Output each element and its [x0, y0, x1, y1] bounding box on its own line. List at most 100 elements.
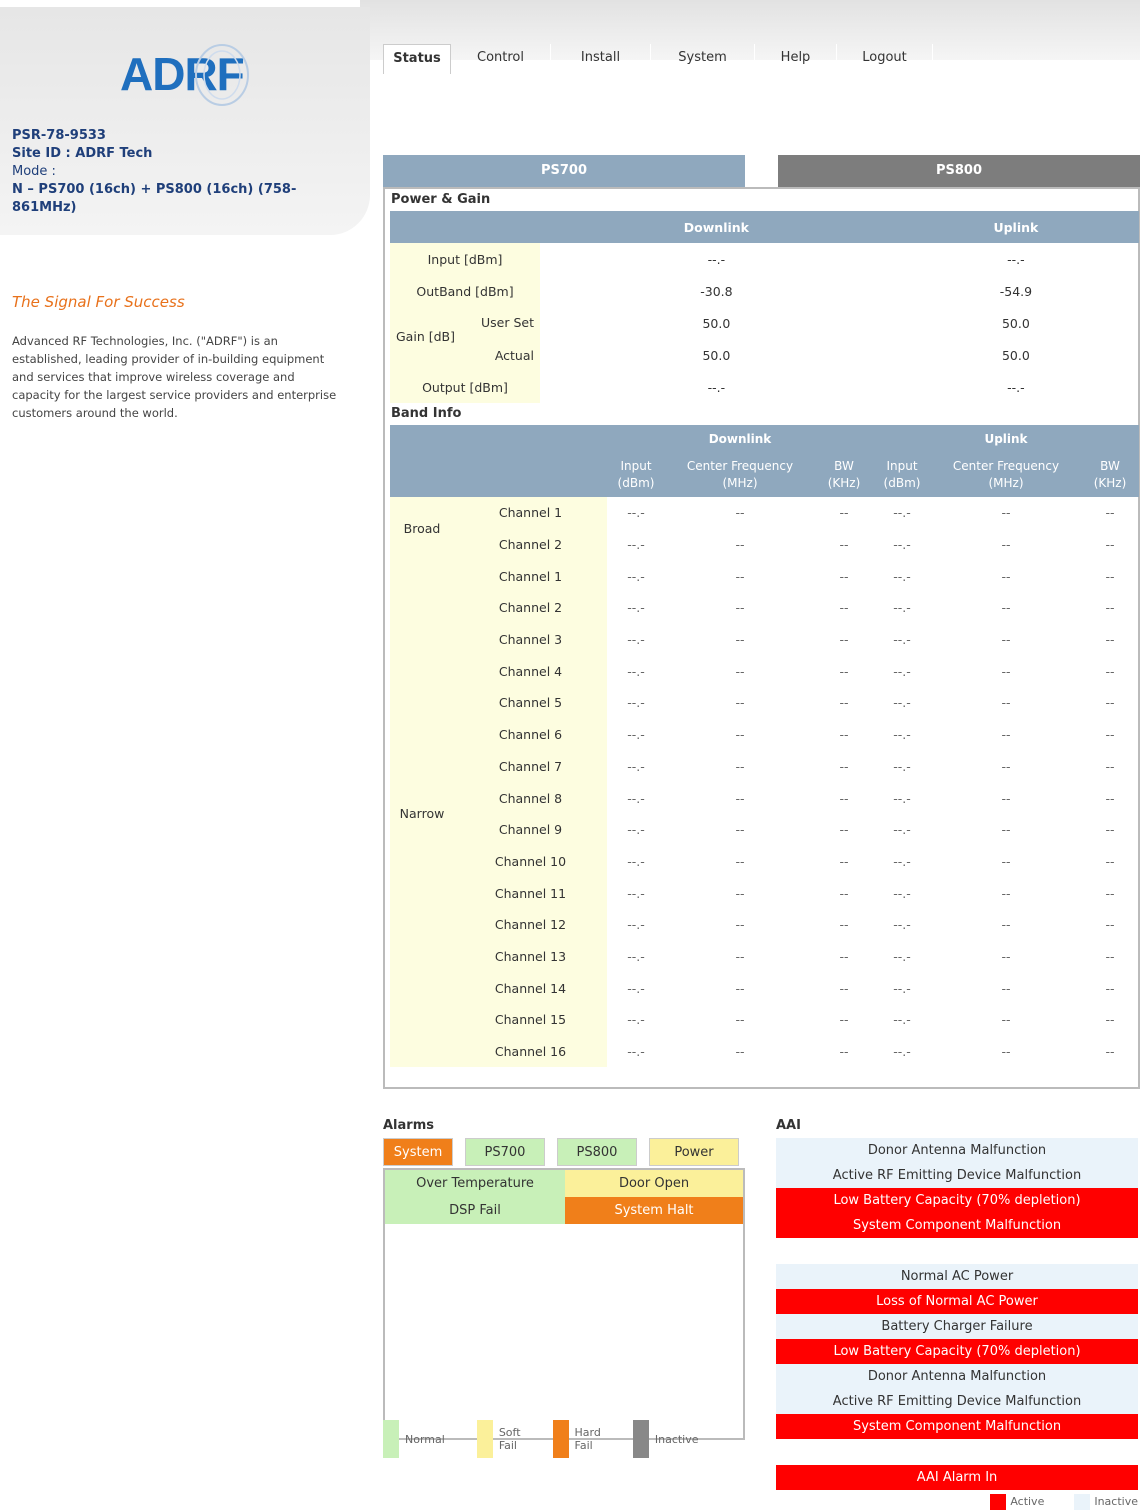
alarm-tab-power[interactable]: Power	[649, 1138, 739, 1166]
legend-inactive: Inactive	[632, 1420, 699, 1458]
pg-value: --.-	[707, 379, 726, 395]
table-row: Narrow Channel 1 --.- -- -- --.- -- --	[390, 560, 1139, 1068]
table-cell: --	[1001, 727, 1011, 743]
band-tab-ps800[interactable]: PS800	[778, 155, 1140, 187]
alarm-over-temperature: Over Temperature	[385, 1170, 565, 1197]
band-info-body: Broad Channel 1 --.- -- -- --.- -- -- Channel 2 -…	[390, 497, 1139, 1068]
logo-ring-icon	[195, 44, 249, 106]
legend-swatch	[1074, 1494, 1091, 1510]
aai-item: Low Battery Capacity (70% depletion)	[776, 1188, 1138, 1213]
aai-item: Donor Antenna Malfunction	[776, 1138, 1138, 1163]
pg-row-gain-user: Gain [dB] User Set 50.0 50.0	[390, 307, 1139, 344]
aai-item: System Component Malfunction	[776, 1414, 1138, 1439]
table-cell: --	[839, 758, 849, 774]
table-cell: --	[839, 1044, 849, 1060]
table-cell: --	[839, 568, 849, 584]
table-cell: --.-	[627, 790, 645, 806]
pg-label: Output [dBm]	[390, 371, 540, 403]
row-group-label: Narrow	[390, 560, 454, 1068]
aai-section: AAI Donor Antenna Malfunction Active RF E…	[776, 1118, 1138, 1490]
pg-value: -54.9	[999, 283, 1033, 299]
power-gain-table: Downlink Uplink Input [dBm] --.- --.- Ou…	[390, 211, 1139, 403]
table-row: Channel 3 --.- -- -- --.- -- --	[390, 623, 1139, 656]
table-row: Channel 8 --.- -- -- --.- -- --	[390, 782, 1139, 814]
table-row: Channel 10 --.- -- -- --.- -- --	[390, 845, 1139, 878]
table-cell: --	[1001, 822, 1011, 838]
band-info-table: Downlink Uplink Input (dBm) Center Frequ…	[390, 425, 1139, 1068]
table-cell: --	[1001, 632, 1011, 648]
bi-sub-freq: Center Frequency (MHz)	[665, 453, 815, 497]
band-tabs: PS700 PS800	[383, 155, 1140, 187]
table-cell: --	[839, 948, 849, 964]
aai-item: Active RF Emitting Device Malfunction	[776, 1163, 1138, 1188]
table-cell: --	[1105, 980, 1115, 996]
aai-item: Loss of Normal AC Power	[776, 1289, 1138, 1314]
legend-label: Soft Fail	[498, 1426, 521, 1452]
table-cell: --	[839, 632, 849, 648]
table-cell: --	[839, 853, 849, 869]
aai-item: System Component Malfunction	[776, 1213, 1138, 1238]
table-cell: --	[735, 695, 745, 711]
channel-label: Channel 11	[454, 877, 607, 909]
channel-label: Channel 16	[454, 1035, 607, 1068]
channel-label: Channel 9	[454, 813, 607, 846]
tab-status[interactable]: Status	[383, 44, 451, 74]
table-cell: --.-	[627, 600, 645, 616]
channel-label: Channel 3	[454, 623, 607, 656]
table-cell: --.-	[627, 727, 645, 743]
channel-label: Channel 2	[454, 528, 607, 561]
table-cell: --	[735, 758, 745, 774]
alarm-tab-ps800[interactable]: PS800	[557, 1138, 637, 1166]
table-cell: --.-	[893, 505, 911, 521]
legend-label: Active	[1010, 1495, 1045, 1508]
table-cell: --.-	[893, 917, 911, 933]
tab-system[interactable]: System	[651, 44, 755, 74]
pg-value: 50.0	[1001, 347, 1030, 363]
tab-control[interactable]: Control	[451, 44, 551, 74]
table-cell: --	[1105, 822, 1115, 838]
mode-value: N – PS700 (16ch) + PS800 (16ch) (758-861…	[12, 182, 297, 215]
table-cell: --	[1105, 537, 1115, 553]
table-cell: --	[839, 980, 849, 996]
pg-uplink-header: Uplink	[892, 211, 1139, 243]
table-cell: --	[735, 727, 745, 743]
table-cell: --	[1001, 790, 1011, 806]
table-cell: --.-	[627, 948, 645, 964]
alarm-dsp-fail: DSP Fail	[385, 1197, 565, 1224]
tab-install[interactable]: Install	[551, 44, 651, 74]
table-row: Broad Channel 1 --.- -- -- --.- -- --	[390, 497, 1139, 561]
table-cell: --	[1105, 568, 1115, 584]
legend-label: Inactive	[1094, 1495, 1138, 1508]
legend-swatch	[990, 1494, 1007, 1510]
table-cell: --	[839, 695, 849, 711]
row-group-label: Broad	[390, 497, 454, 561]
alarm-tab-ps700[interactable]: PS700	[465, 1138, 545, 1166]
table-cell: --	[839, 727, 849, 743]
pg-row-gain-actual: Actual 50.0 50.0	[390, 339, 1139, 371]
alarm-system-halt: System Halt	[565, 1197, 743, 1224]
bi-sub-input: Input (dBm)	[873, 453, 931, 497]
legend-swatch	[476, 1420, 493, 1458]
table-cell: --	[1105, 853, 1115, 869]
band-tab-ps700[interactable]: PS700	[383, 155, 745, 187]
tab-help[interactable]: Help	[755, 44, 837, 74]
pg-value: 50.0	[702, 315, 731, 331]
channel-label: Channel 15	[454, 1004, 607, 1036]
pg-value: --.-	[1007, 379, 1025, 395]
pg-value: -30.8	[700, 283, 733, 299]
aai-spacer	[776, 1439, 1138, 1465]
table-cell: --	[1105, 1012, 1115, 1028]
alarm-tab-system[interactable]: System	[383, 1138, 453, 1166]
table-cell: --	[1001, 917, 1011, 933]
table-cell: --	[1105, 600, 1115, 616]
tagline: The Signal For Success	[12, 293, 185, 311]
tab-logout[interactable]: Logout	[837, 44, 933, 74]
table-row: Channel 13 --.- -- -- --.- -- --	[390, 940, 1139, 973]
aai-item: Donor Antenna Malfunction	[776, 1364, 1138, 1389]
table-cell: --.-	[627, 632, 645, 648]
table-cell: --.-	[893, 758, 911, 774]
table-row: Channel 7 --.- -- -- --.- -- --	[390, 750, 1139, 783]
table-cell: --	[735, 568, 745, 584]
pg-label: Input [dBm]	[390, 243, 540, 275]
aai-item: Active RF Emitting Device Malfunction	[776, 1389, 1138, 1414]
